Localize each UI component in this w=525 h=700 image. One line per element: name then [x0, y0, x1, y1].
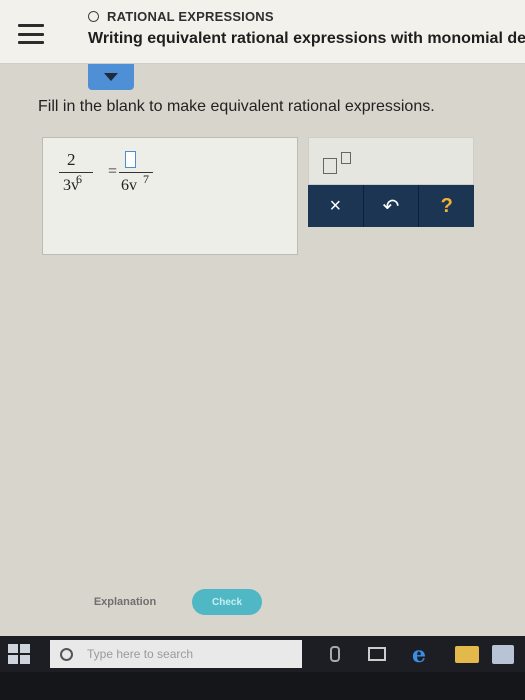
windows-taskbar: Type here to search e — [0, 636, 525, 672]
check-button[interactable]: Check — [192, 589, 262, 615]
lesson-title: Writing equivalent rational expressions … — [88, 30, 525, 47]
screen-bezel — [0, 672, 525, 700]
task-view-icon[interactable] — [368, 647, 386, 661]
microphone-icon[interactable] — [330, 646, 340, 662]
numerator-blank-input[interactable] — [125, 151, 136, 168]
right-denominator: 6v — [121, 177, 137, 194]
undo-icon[interactable]: ↶ — [364, 185, 420, 227]
hamburger-menu-icon[interactable] — [18, 24, 44, 44]
keypad-template-row — [308, 137, 474, 185]
search-circle-icon — [60, 647, 73, 661]
equals-sign: = — [108, 163, 118, 180]
right-exponent: 7 — [143, 172, 149, 186]
answer-area[interactable]: 2 6 3v = 7 6v — [42, 137, 298, 255]
explanation-button[interactable]: Explanation — [76, 590, 174, 614]
search-placeholder: Type here to search — [87, 647, 194, 661]
exponent-template-icon[interactable] — [323, 152, 357, 174]
app-header: RATIONAL EXPRESSIONS Writing equivalent … — [0, 0, 525, 64]
left-numerator: 2 — [67, 150, 76, 169]
edge-browser-icon[interactable]: e — [412, 642, 426, 668]
store-icon[interactable] — [492, 645, 514, 664]
close-icon[interactable]: × — [308, 185, 364, 227]
left-denominator: 3v — [63, 177, 79, 194]
caret-down-icon — [104, 73, 118, 81]
circle-icon — [88, 11, 99, 22]
windows-start-icon[interactable] — [8, 644, 30, 664]
help-icon[interactable]: ? — [419, 185, 474, 227]
topic-label: RATIONAL EXPRESSIONS — [107, 9, 274, 24]
math-keypad: × ↶ ? — [308, 137, 474, 229]
keypad-action-row: × ↶ ? — [308, 185, 474, 227]
file-explorer-icon[interactable] — [455, 646, 479, 663]
topic-row: RATIONAL EXPRESSIONS — [88, 9, 274, 24]
instruction-text: Fill in the blank to make equivalent rat… — [38, 98, 435, 115]
taskbar-search-input[interactable]: Type here to search — [50, 640, 302, 668]
collapse-toggle-button[interactable] — [88, 64, 134, 90]
